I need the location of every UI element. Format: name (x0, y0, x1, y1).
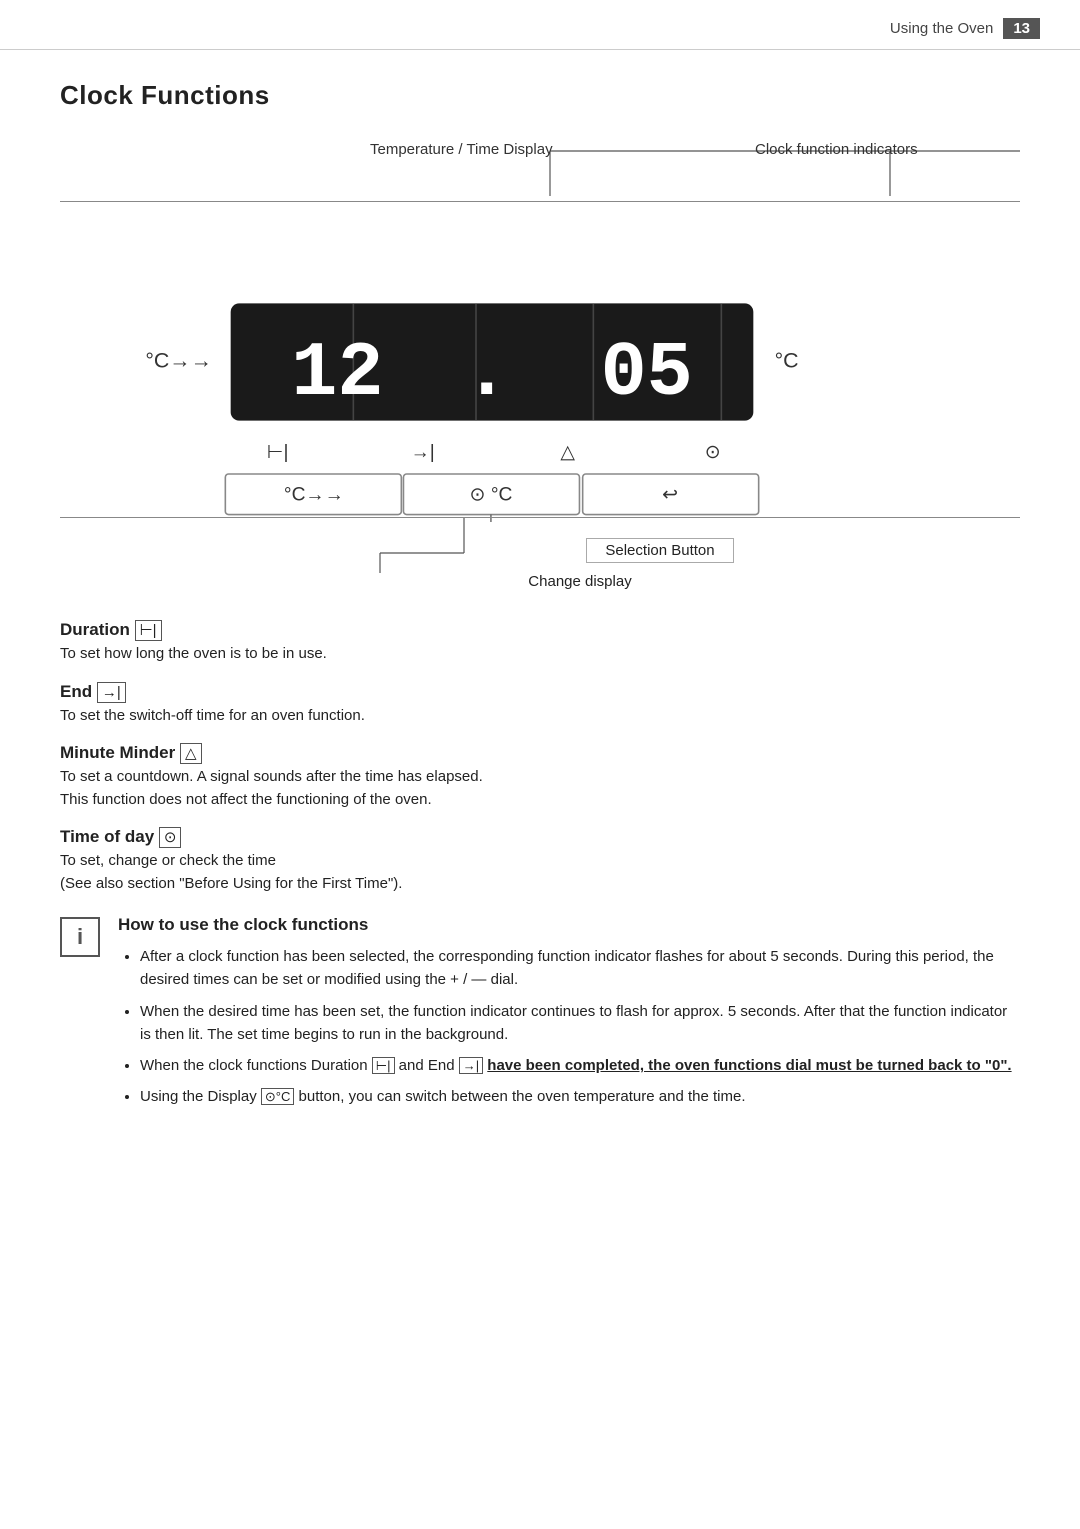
info-bullet-1: After a clock function has been selected… (140, 945, 1020, 992)
function-desc-time-of-day: To set, change or check the time(See als… (60, 850, 1020, 895)
page-label: Using the Oven (890, 20, 993, 37)
function-item-time-of-day: Time of day ⊙ To set, change or check th… (60, 827, 1020, 895)
oven-display-svg: °C→→ 12 . 05 °C ⊢| →| △ ⊙ °C→→ (60, 202, 1020, 522)
svg-text:.: . (464, 331, 510, 418)
change-display-label: Change display (528, 573, 631, 590)
info-bullet-4: Using the Display ⊙°C button, you can sw… (140, 1085, 1020, 1108)
info-title: How to use the clock functions (118, 915, 1020, 935)
selection-button-label: Selection Button (586, 538, 733, 563)
info-section: i How to use the clock functions After a… (60, 915, 1020, 1117)
svg-text:△: △ (560, 442, 575, 463)
svg-text:°C→→: °C→→ (284, 485, 344, 506)
function-title-minute-minder: Minute Minder △ (60, 743, 1020, 763)
function-title-time-of-day: Time of day ⊙ (60, 827, 1020, 847)
function-item-minute-minder: Minute Minder △ To set a countdown. A si… (60, 743, 1020, 811)
bottom-labels-area: Selection Button Change display (140, 538, 1020, 590)
page-header: Using the Oven 13 (0, 0, 1080, 50)
info-bullet-3: When the clock functions Duration ⊢| and… (140, 1054, 1020, 1077)
diagram-container: Temperature / Time Display Clock functio… (60, 141, 1020, 590)
function-desc-end: To set the switch-off time for an oven f… (60, 705, 1020, 728)
function-item-end: End →| To set the switch-off time for an… (60, 682, 1020, 728)
section-title: Clock Functions (60, 80, 1020, 111)
label-temp-time: Temperature / Time Display (370, 141, 553, 158)
label-clock-indicators: Clock function indicators (755, 141, 918, 158)
info-bullets-list: After a clock function has been selected… (118, 945, 1020, 1109)
svg-text:↩: ↩ (662, 485, 678, 506)
function-desc-duration: To set how long the oven is to be in use… (60, 643, 1020, 666)
svg-text:⊙: ⊙ (705, 442, 721, 463)
svg-text:12: 12 (291, 331, 383, 418)
function-desc-minute-minder: To set a countdown. A signal sounds afte… (60, 766, 1020, 811)
svg-text:⊢|: ⊢| (267, 442, 289, 463)
content-area: Clock Functions Temperature / Time Displ… (0, 50, 1080, 1157)
function-item-duration: Duration ⊢| To set how long the oven is … (60, 620, 1020, 666)
svg-text:⊙ °C: ⊙ °C (469, 485, 512, 506)
function-title-duration: Duration ⊢| (60, 620, 1020, 640)
svg-text:→|: →| (411, 442, 435, 463)
info-content: How to use the clock functions After a c… (118, 915, 1020, 1117)
svg-text:°C→→: °C→→ (145, 348, 212, 372)
svg-text:05: 05 (601, 331, 693, 418)
svg-text:°C: °C (775, 348, 799, 372)
function-title-end: End →| (60, 682, 1020, 702)
page-number: 13 (1003, 18, 1040, 39)
info-bullet-2: When the desired time has been set, the … (140, 1000, 1020, 1047)
info-icon: i (60, 917, 100, 957)
function-list: Duration ⊢| To set how long the oven is … (60, 620, 1020, 895)
